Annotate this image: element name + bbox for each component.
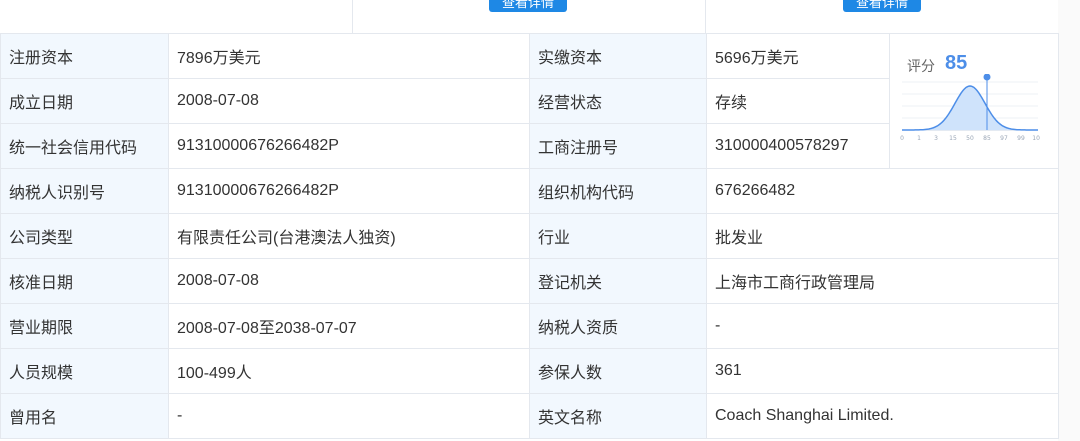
field-value: -	[168, 393, 530, 439]
divider	[352, 0, 353, 33]
score-value: 85	[945, 52, 968, 74]
view-details-button[interactable]: 查看详情	[843, 0, 921, 12]
table-row: 注册资本 7896万美元 实缴资本 5696万美元 评分 85 0 1 3 15 50 8…	[0, 33, 1059, 169]
field-value: 310000400578297	[706, 123, 890, 169]
field-label: 参保人数	[529, 348, 707, 394]
table-row: 人员规模 100-499人 参保人数 361	[0, 348, 1059, 394]
field-value: 7896万美元	[168, 33, 530, 79]
field-label: 登记机关	[529, 258, 707, 304]
field-label: 核准日期	[0, 258, 169, 304]
score-marker-pin-icon	[983, 74, 991, 81]
field-value: 批发业	[706, 213, 1059, 259]
divider	[705, 0, 706, 33]
field-value: 5696万美元	[706, 33, 890, 79]
field-label: 曾用名	[0, 393, 169, 439]
table-row: 营业期限 2008-07-08至2038-07-07 纳税人资质 -	[0, 303, 1059, 349]
score-marker-dot	[983, 74, 991, 81]
score-label: 评分	[907, 58, 935, 74]
tick-label: 0	[900, 135, 904, 142]
tick-label: 1	[917, 135, 921, 142]
right-gutter	[1058, 0, 1080, 441]
table-row: 公司类型 有限责任公司(台港澳法人独资) 行业 批发业	[0, 213, 1059, 259]
field-label: 英文名称	[529, 393, 707, 439]
tick-label: 99	[1017, 135, 1025, 142]
company-info-table: 注册资本 7896万美元 实缴资本 5696万美元 评分 85 0 1 3 15 50 8…	[0, 33, 1059, 439]
distribution-curve-area	[902, 86, 1038, 130]
field-value: -	[706, 303, 1059, 349]
field-label: 统一社会信用代码	[0, 123, 169, 169]
field-label: 成立日期	[0, 78, 169, 124]
chart-tick-labels: 0 1 3 15 50 85 97 99 100	[900, 135, 1040, 142]
field-label: 行业	[529, 213, 707, 259]
score-distribution-chart: 0 1 3 15 50 85 97 99 100	[900, 74, 1040, 142]
field-value: 上海市工商行政管理局	[706, 258, 1059, 304]
field-value: 2008-07-08	[168, 78, 530, 124]
field-value: Coach Shanghai Limited.	[706, 393, 1059, 439]
field-label: 工商注册号	[529, 123, 707, 169]
top-strip: 查看详情 查看详情	[0, 0, 1058, 33]
tick-label: 85	[983, 135, 991, 142]
table-row: 纳税人识别号 91310000676266482P 组织机构代码 6762664…	[0, 168, 1059, 214]
field-value: 2008-07-08	[168, 258, 530, 304]
tick-label: 97	[1000, 135, 1008, 142]
field-label: 人员规模	[0, 348, 169, 394]
view-details-button[interactable]: 查看详情	[489, 0, 567, 12]
field-value: 91310000676266482P	[168, 168, 530, 214]
field-value: 有限责任公司(台港澳法人独资)	[168, 213, 530, 259]
field-label: 经营状态	[529, 78, 707, 124]
field-value: 100-499人	[168, 348, 530, 394]
field-label: 纳税人资质	[529, 303, 707, 349]
field-label: 公司类型	[0, 213, 169, 259]
field-value: 91310000676266482P	[168, 123, 530, 169]
field-value: 2008-07-08至2038-07-07	[168, 303, 530, 349]
tick-label: 15	[949, 135, 957, 142]
field-label: 组织机构代码	[529, 168, 707, 214]
field-value: 361	[706, 348, 1059, 394]
field-value: 676266482	[706, 168, 1059, 214]
field-label: 纳税人识别号	[0, 168, 169, 214]
field-label: 实缴资本	[529, 33, 707, 79]
field-label: 注册资本	[0, 33, 169, 79]
score-panel[interactable]: 评分 85 0 1 3 15 50 85 97 99 100	[889, 33, 1059, 169]
field-label: 营业期限	[0, 303, 169, 349]
tick-label: 100	[1032, 135, 1040, 142]
table-row: 曾用名 - 英文名称 Coach Shanghai Limited.	[0, 393, 1059, 439]
tick-label: 3	[934, 135, 938, 142]
field-value: 存续	[706, 78, 890, 124]
table-row: 核准日期 2008-07-08 登记机关 上海市工商行政管理局	[0, 258, 1059, 304]
tick-label: 50	[966, 135, 974, 142]
